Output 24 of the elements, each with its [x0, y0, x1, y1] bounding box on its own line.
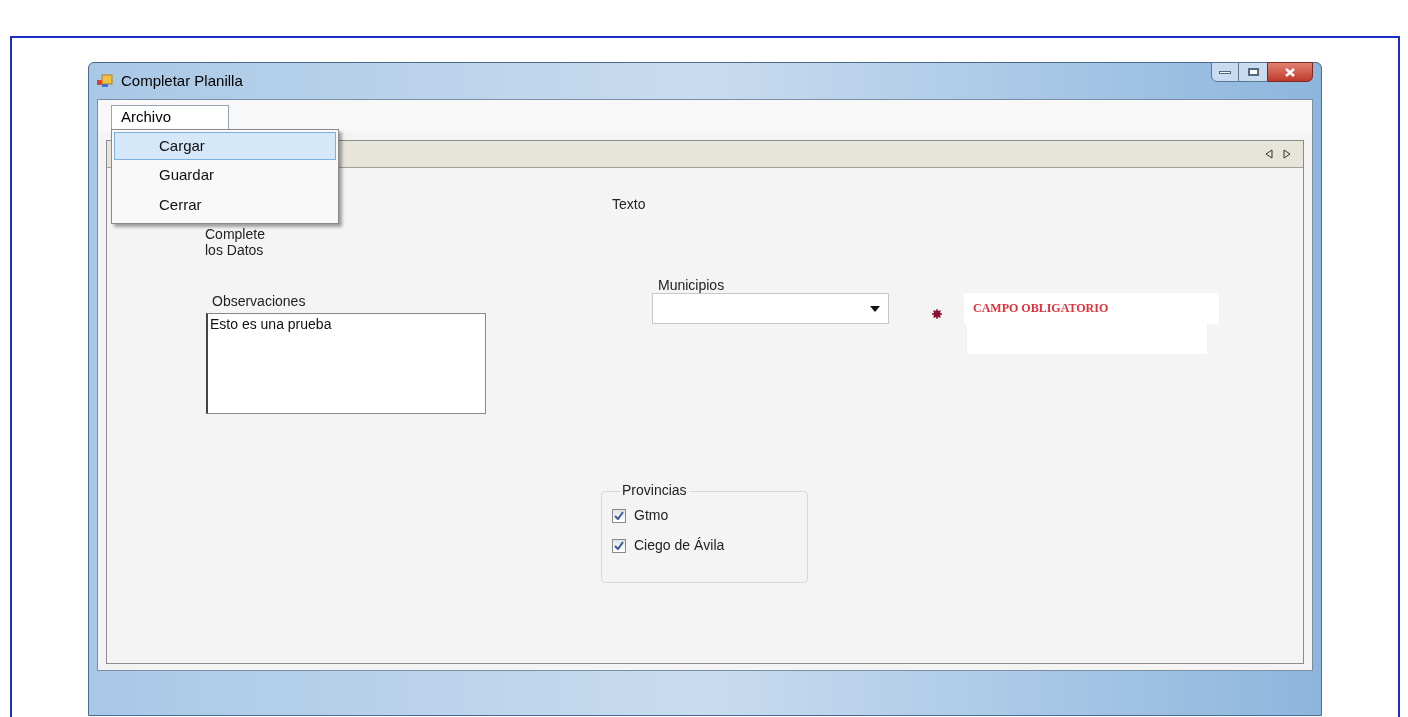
close-icon — [1285, 67, 1295, 77]
text-label: Texto — [612, 195, 646, 214]
municipios-label: Municipios — [658, 276, 725, 295]
observaciones-textarea[interactable]: Esto es una prueba — [206, 313, 486, 414]
checkbox[interactable] — [612, 538, 626, 553]
window-title: Completar Planilla — [121, 70, 243, 91]
menu-item[interactable]: Archivo — [111, 105, 229, 129]
scroll-right-icon[interactable] — [1283, 149, 1291, 159]
app-icon — [97, 74, 113, 88]
required-message: CAMPO OBLIGATORIO — [964, 293, 1219, 324]
checkbox-label: Gtmo — [634, 506, 669, 525]
checkbox[interactable] — [612, 508, 626, 523]
maximize-button[interactable] — [1239, 62, 1267, 82]
minimize-button[interactable] — [1211, 62, 1239, 82]
scroll-left-icon[interactable] — [1265, 149, 1273, 159]
heading-label: Complete los Datos — [205, 226, 265, 258]
dropdown-arrow-icon — [870, 305, 880, 312]
menu-item[interactable]: Cerrar — [114, 190, 336, 220]
required-icon — [932, 309, 942, 319]
menu-item[interactable]: Cargar — [114, 132, 336, 160]
menu-item[interactable]: Guardar — [114, 160, 336, 190]
observaciones-label: Observaciones — [212, 292, 306, 311]
close-button[interactable] — [1267, 62, 1313, 82]
checkbox-label: Ciego de Ávila — [634, 536, 725, 555]
